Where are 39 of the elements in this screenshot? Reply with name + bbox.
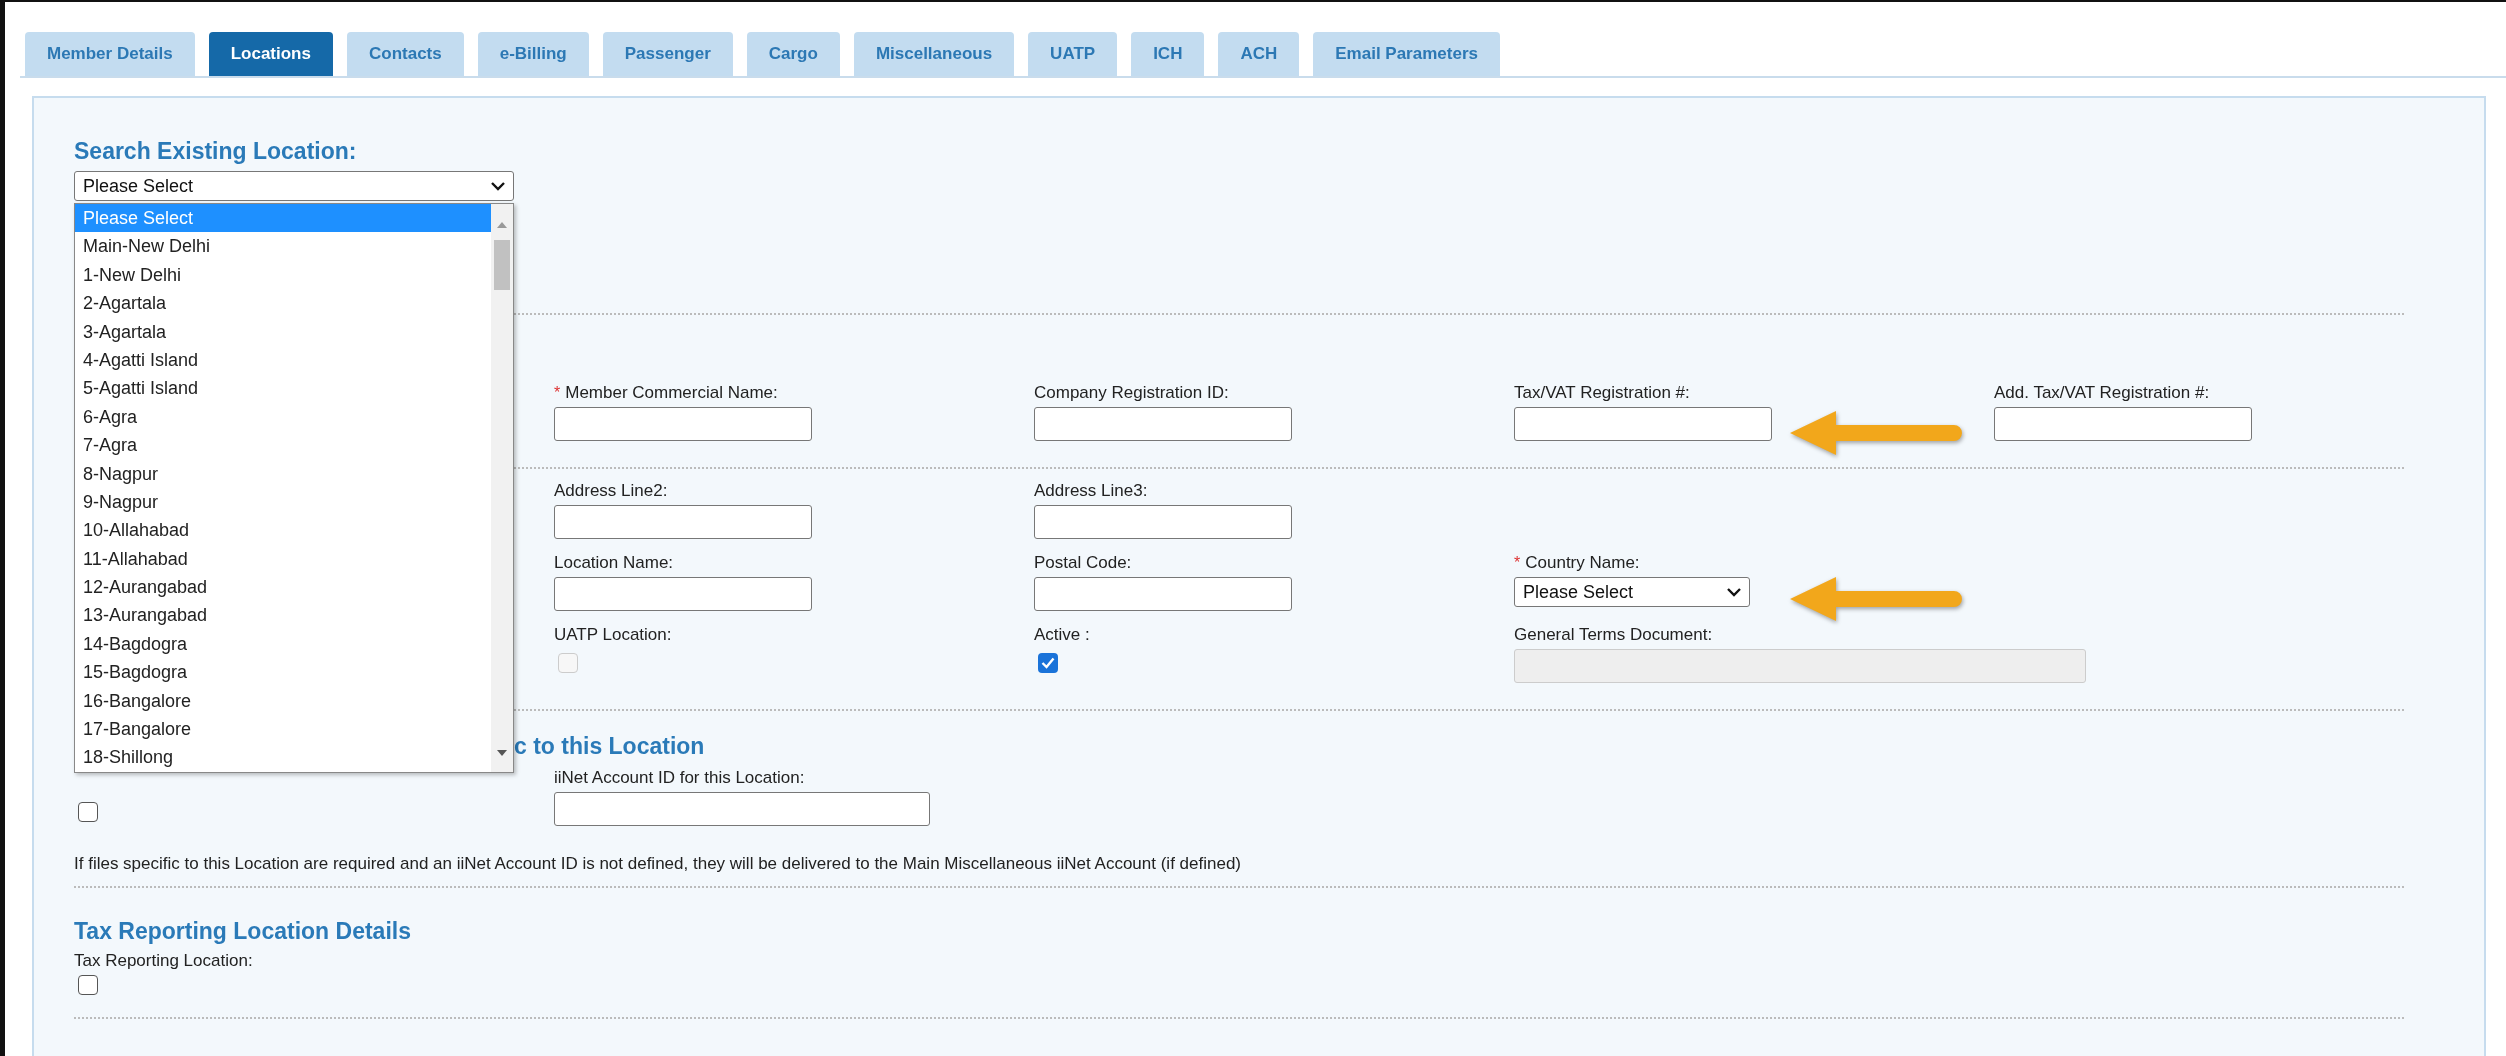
checkbox[interactable] (78, 802, 98, 822)
field-label: General Terms Document: (1514, 625, 1713, 645)
country-select[interactable]: Please Select (1514, 577, 1750, 607)
scrollbar[interactable] (491, 204, 513, 772)
field-label: Address Line2: (554, 481, 668, 501)
field-label: iiNet Account ID for this Location: (554, 768, 806, 788)
required-mark: * (1514, 554, 1521, 572)
location-select[interactable]: Please Select (74, 171, 514, 201)
text-field[interactable] (554, 505, 812, 539)
text-field[interactable] (1034, 577, 1292, 611)
tab[interactable]: Locations (208, 32, 333, 76)
dropdown-option[interactable]: 18-Shillong (75, 743, 491, 772)
field-label: Tax Reporting Location: (74, 951, 254, 971)
section-heading: c to this Location (514, 733, 705, 760)
field-label: Address Line3: (1034, 481, 1148, 501)
section-heading: Search Existing Location: (74, 138, 358, 165)
field-label: Company Registration ID: (1034, 383, 1229, 403)
info-text: If files specific to this Location are required and an iiNet Account ID is not defined, they will be delivered to the Main Miscellaneous iiNet Account (if defined) (74, 854, 1242, 874)
field-label: UATP Location: (554, 625, 672, 645)
text-field[interactable] (1034, 407, 1292, 441)
text-field[interactable] (554, 407, 812, 441)
checkbox[interactable] (1038, 653, 1058, 673)
text-field[interactable] (554, 577, 812, 611)
text-field[interactable] (1034, 505, 1292, 539)
chevron-icon (1727, 587, 1741, 597)
field-label: Active : (1034, 625, 1090, 645)
text-field[interactable] (554, 792, 930, 826)
required-mark: * (554, 384, 561, 402)
text-field[interactable] (1994, 407, 2252, 441)
text-field[interactable] (1514, 407, 1772, 441)
chevron-icon (491, 181, 505, 191)
field-label: Country Name: (1525, 553, 1640, 573)
section-heading: Tax Reporting Location Details (74, 918, 412, 945)
checkbox[interactable] (78, 975, 98, 995)
field-label: Location Name: (554, 553, 674, 573)
field-label: Tax/VAT Registration #: (1514, 383, 1690, 403)
field-label: Member Commercial Name: (565, 383, 778, 403)
field-label: Postal Code: (1034, 553, 1132, 573)
field-label: Add. Tax/VAT Registration #: (1994, 383, 2210, 403)
